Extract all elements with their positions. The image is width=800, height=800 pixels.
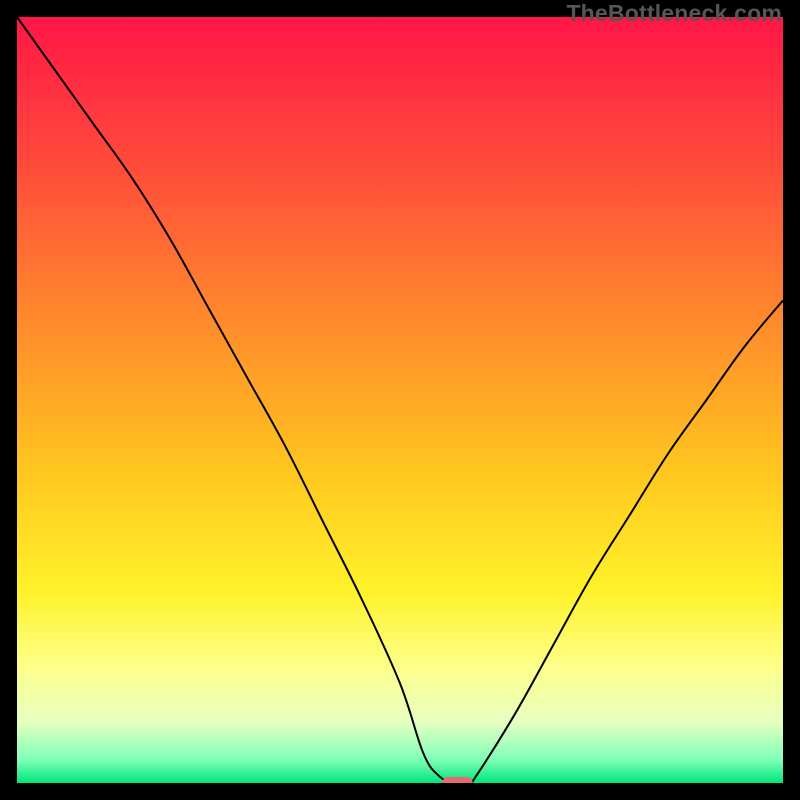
chart-frame: TheBottleneck.com	[0, 0, 800, 800]
optimum-marker	[442, 777, 473, 783]
plot-area	[17, 17, 783, 783]
gradient-background	[17, 17, 783, 783]
watermark-text: TheBottleneck.com	[566, 0, 782, 27]
bottleneck-chart	[17, 17, 783, 783]
